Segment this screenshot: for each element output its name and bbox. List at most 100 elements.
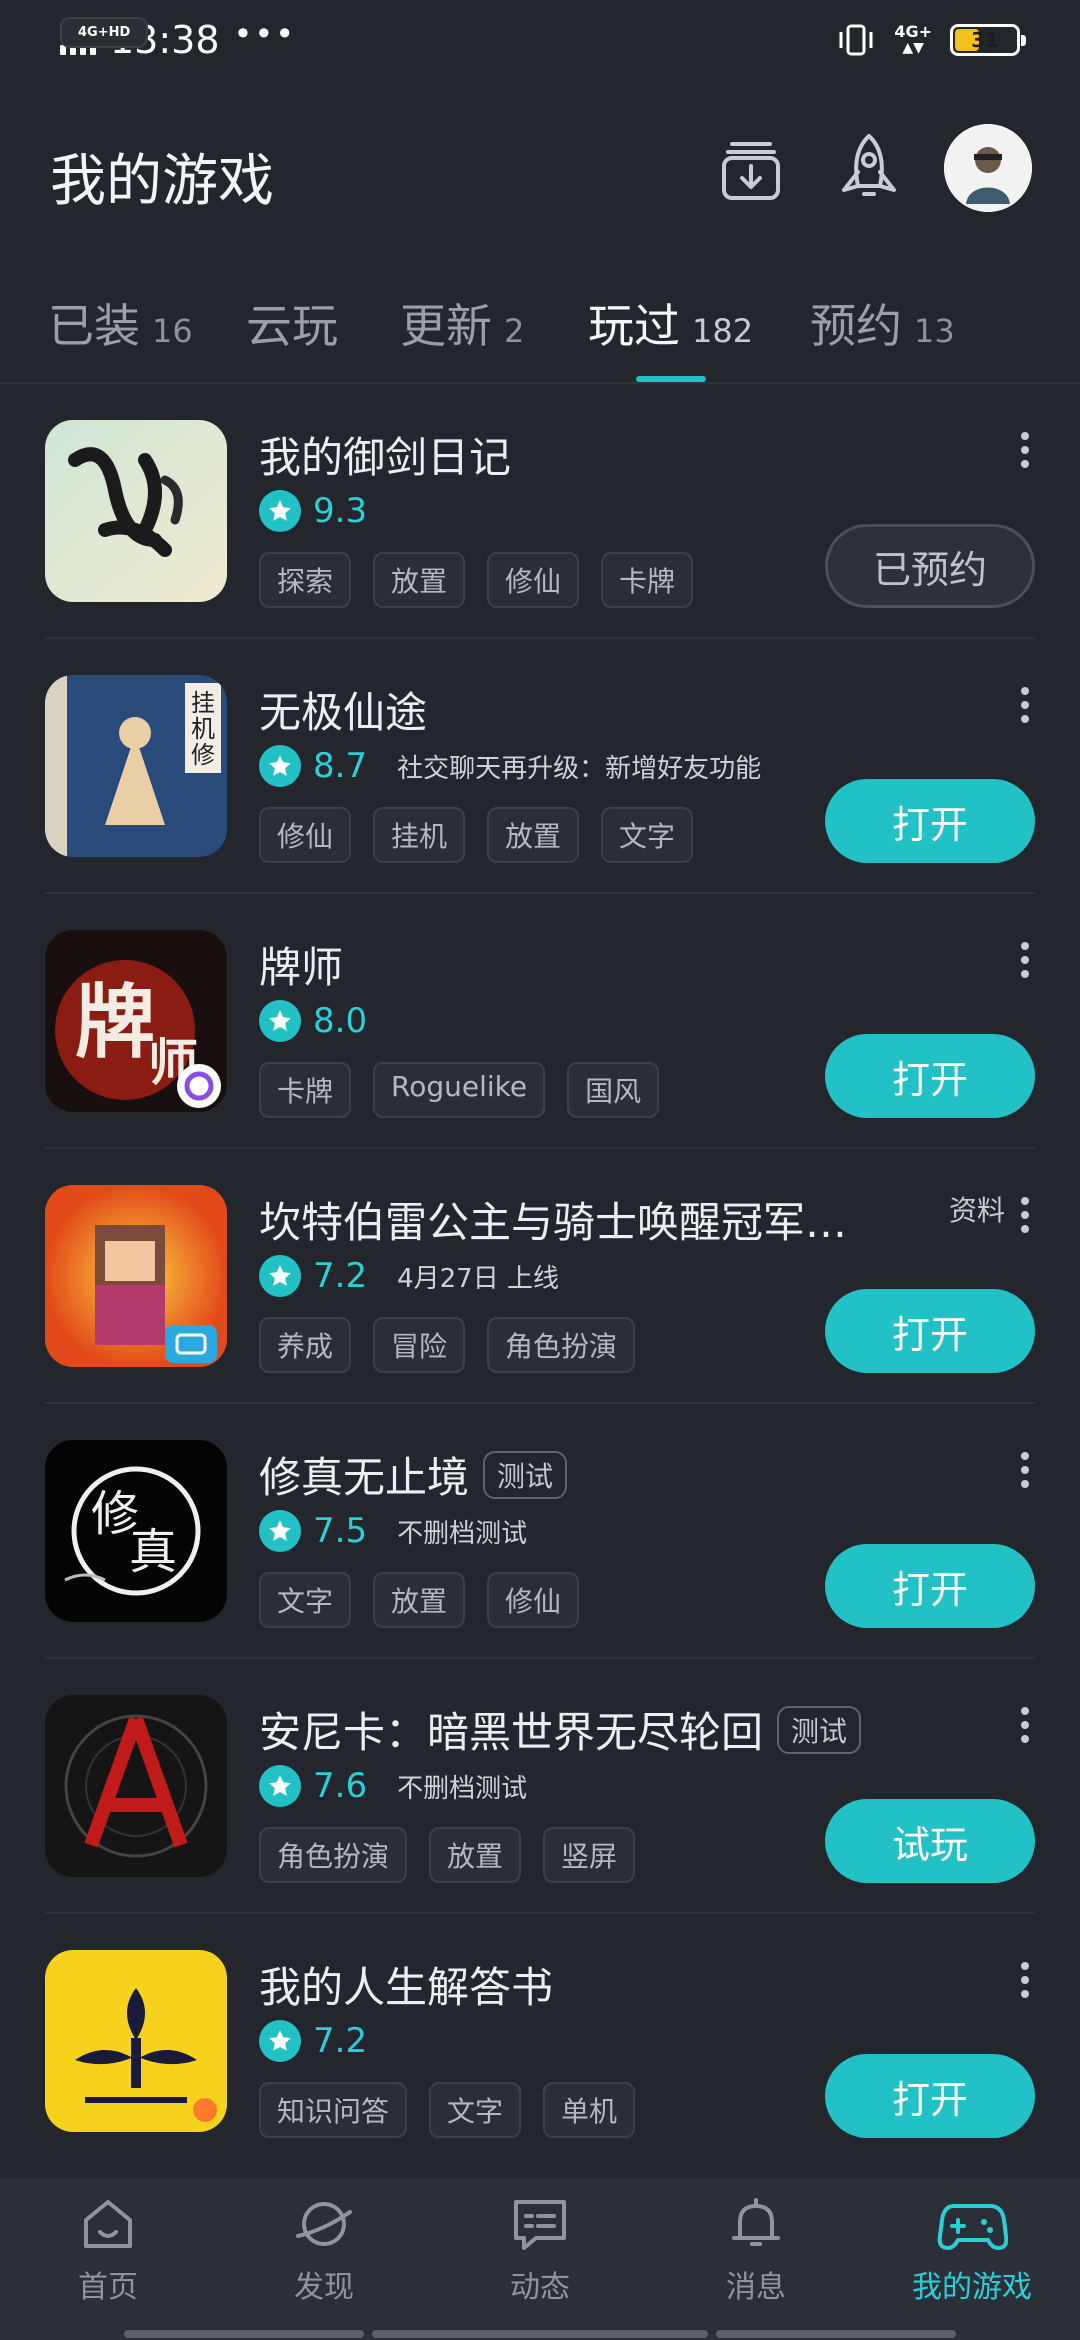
- game-title: 我的人生解答书: [259, 1963, 554, 2012]
- svg-text:牌: 牌: [75, 976, 155, 1069]
- game-rating: 9.3: [259, 490, 367, 532]
- game-title: 修真无止境 测试: [259, 1444, 568, 1505]
- tab-updates[interactable]: 更新 2: [400, 290, 524, 356]
- game-tags: 文字 放置 修仙: [259, 1572, 580, 1628]
- game-item[interactable]: 我的御剑日记 9.3 探索 放置 修仙 卡牌 已预约: [45, 384, 1035, 639]
- game-rating: 7.6 不删档测试: [259, 1765, 527, 1807]
- gamepad-icon: [937, 2204, 1008, 2250]
- game-tags: 角色扮演 放置 竖屏: [259, 1827, 636, 1883]
- game-item[interactable]: 安尼卡：暗黑世界无尽轮回 测试 7.6 不删档测试 角色扮演 放置 竖屏 试玩: [45, 1659, 1035, 1914]
- game-rating: 7.5 不删档测试: [259, 1510, 527, 1552]
- game-icon[interactable]: [45, 420, 227, 602]
- game-list: 我的御剑日记 9.3 探索 放置 修仙 卡牌 已预约 挂 机 修 无极仙途 8.…: [0, 384, 1080, 2169]
- game-tags: 探索 放置 修仙 卡牌: [259, 552, 694, 608]
- nav-home[interactable]: 首页: [28, 2192, 188, 2306]
- nav-my-games[interactable]: 我的游戏: [892, 2192, 1052, 2306]
- vibrate-icon: [839, 24, 873, 56]
- star-icon: [259, 1000, 301, 1042]
- game-tags: 卡牌 Roguelike 国风: [259, 1062, 660, 1118]
- more-options-icon[interactable]: [1015, 683, 1035, 723]
- network-tag: 4G+HD: [60, 17, 149, 48]
- avatar-image: [944, 124, 1032, 212]
- game-item[interactable]: 牌 师 牌师 8.0 卡牌 Roguelike 国风 打开: [45, 894, 1035, 1149]
- game-title: 安尼卡：暗黑世界无尽轮回 测试: [259, 1699, 862, 1760]
- test-badge: 测试: [777, 1705, 862, 1754]
- try-play-button[interactable]: 试玩: [825, 1799, 1035, 1883]
- game-title: 牌师: [259, 943, 344, 992]
- game-item[interactable]: 挂 机 修 无极仙途 8.7 社交聊天再升级：新增好友功能 修仙 挂机 放置 文字 打…: [45, 639, 1035, 894]
- planet-icon: [296, 2202, 352, 2246]
- more-options-icon[interactable]: [1015, 938, 1035, 978]
- tab-bar: 已装 16 云玩 更新 2 玩过 182 预约 13: [0, 280, 1080, 384]
- game-item[interactable]: 坎特伯雷公主与骑士唤醒冠军… 资料 7.2 4月27日 上线 养成 冒险 角色扮演 …: [45, 1149, 1035, 1404]
- more-options-icon[interactable]: [1015, 1448, 1035, 1488]
- game-icon[interactable]: 挂 机 修: [45, 675, 227, 857]
- home-indicator: [124, 2330, 364, 2338]
- game-tags: 知识问答 文字 单机: [259, 2082, 636, 2138]
- status-left: 4G+HD 13:38 •••: [60, 15, 297, 62]
- game-icon[interactable]: [45, 1185, 227, 1367]
- game-rating: 8.7 社交聊天再升级：新增好友功能: [259, 745, 761, 787]
- avatar[interactable]: [944, 124, 1032, 212]
- speedup-button[interactable]: [826, 126, 912, 212]
- battery-icon: 31: [950, 24, 1026, 56]
- page-title: 我的游戏: [50, 149, 274, 214]
- more-options-icon[interactable]: [1015, 428, 1035, 468]
- battery-level: 31: [971, 28, 999, 52]
- star-icon: [259, 745, 301, 787]
- game-icon[interactable]: [45, 1695, 227, 1877]
- tab-reserved[interactable]: 预约 13: [810, 290, 955, 356]
- download-manager-button[interactable]: [708, 126, 794, 212]
- test-badge: 测试: [483, 1450, 568, 1499]
- open-button[interactable]: 打开: [825, 1289, 1035, 1373]
- active-tab-indicator: [636, 376, 706, 382]
- home-indicator: [372, 2330, 708, 2338]
- open-button[interactable]: 打开: [825, 2054, 1035, 2138]
- game-tags: 修仙 挂机 放置 文字: [259, 807, 694, 863]
- open-button[interactable]: 打开: [825, 1034, 1035, 1118]
- game-note: 社交聊天再升级：新增好友功能: [397, 753, 762, 784]
- star-icon: [259, 2020, 301, 2062]
- home-icon: [84, 2200, 132, 2248]
- bell-icon: [732, 2198, 780, 2246]
- reserved-button[interactable]: 已预约: [825, 524, 1035, 608]
- svg-text:机: 机: [191, 715, 215, 743]
- game-item[interactable]: 修 真 修真无止境 测试 7.5 不删档测试 文字 放置 修仙 打开: [45, 1404, 1035, 1659]
- game-item[interactable]: 我的人生解答书 7.2 知识问答 文字 单机 打开: [45, 1914, 1035, 2169]
- game-title: 无极仙途: [259, 688, 428, 737]
- star-icon: [259, 1510, 301, 1552]
- open-button[interactable]: 打开: [825, 1544, 1035, 1628]
- game-icon[interactable]: 牌 师: [45, 930, 227, 1112]
- nav-discover[interactable]: 发现: [244, 2192, 404, 2306]
- game-rating: 7.2 4月27日 上线: [259, 1255, 559, 1297]
- more-options-icon[interactable]: [1015, 1193, 1035, 1233]
- game-title: 我的御剑日记: [259, 433, 512, 482]
- nav-feed[interactable]: 动态: [460, 2192, 620, 2306]
- star-icon: [259, 490, 301, 532]
- open-button[interactable]: 打开: [825, 779, 1035, 863]
- network-4g-icon: 4G+ ▲▼: [894, 22, 932, 57]
- game-note: 不删档测试: [397, 1773, 528, 1804]
- tab-played[interactable]: 玩过 182: [588, 290, 753, 356]
- game-icon[interactable]: [45, 1950, 227, 2132]
- game-note: 4月27日 上线: [397, 1263, 559, 1294]
- status-dots: •••: [233, 15, 297, 53]
- game-rating: 7.2: [259, 2020, 367, 2062]
- svg-text:修: 修: [191, 741, 215, 769]
- download-box-icon: [722, 142, 780, 200]
- rocket-icon: [842, 134, 896, 196]
- tab-cloud-play[interactable]: 云玩: [246, 290, 350, 356]
- more-options-icon[interactable]: [1015, 1703, 1035, 1743]
- svg-text:挂: 挂: [191, 689, 215, 717]
- header: 我的游戏: [0, 112, 1080, 232]
- status-right: 4G+ ▲▼ 31: [836, 22, 1026, 58]
- message-card-icon: [514, 2200, 566, 2250]
- home-indicator: [716, 2330, 956, 2338]
- nav-messages[interactable]: 消息: [676, 2192, 836, 2306]
- star-icon: [259, 1255, 301, 1297]
- game-note: 不删档测试: [397, 1518, 528, 1549]
- game-icon[interactable]: 修 真: [45, 1440, 227, 1622]
- more-options-icon[interactable]: [1015, 1958, 1035, 1998]
- info-link[interactable]: 资料: [949, 1189, 1005, 1229]
- tab-installed[interactable]: 已装 16: [48, 290, 193, 356]
